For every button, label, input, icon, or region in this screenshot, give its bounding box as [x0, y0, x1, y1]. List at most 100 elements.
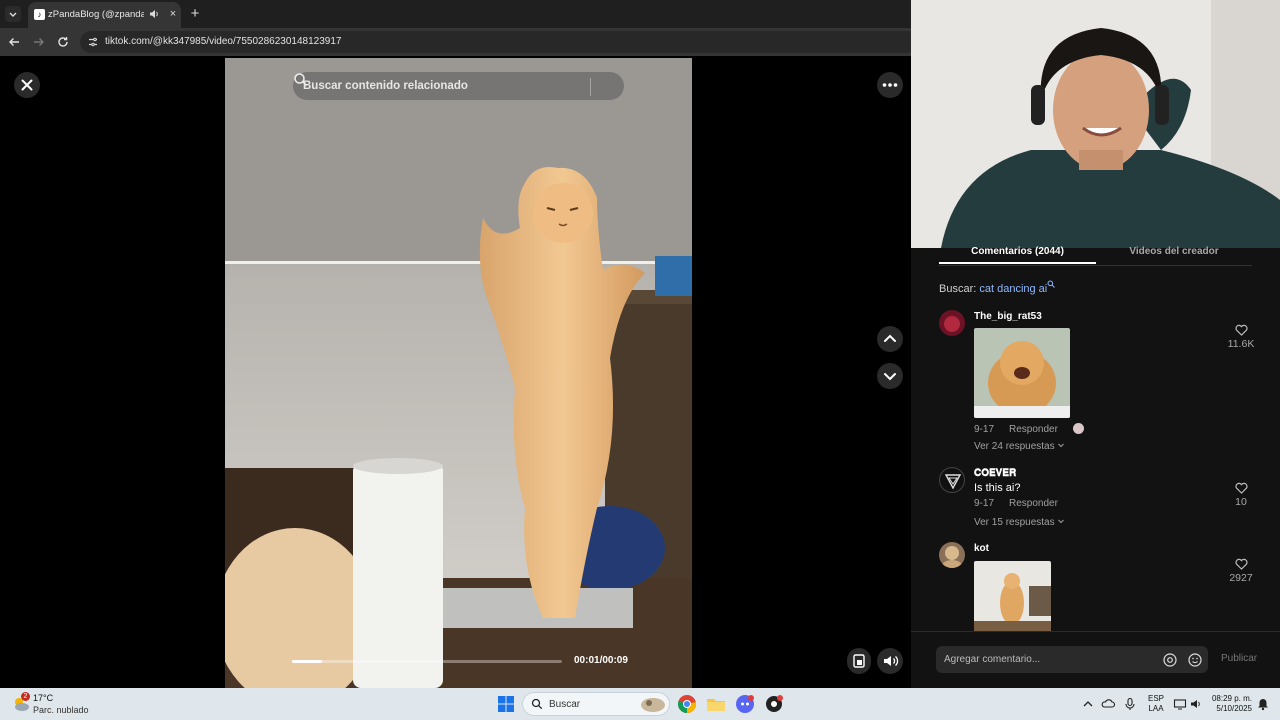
- network-icon[interactable]: [1173, 697, 1187, 711]
- comment-input-placeholder: Agregar comentario...: [944, 654, 1041, 665]
- next-video-button[interactable]: [877, 363, 903, 389]
- notification-bell-icon[interactable]: [1256, 697, 1270, 711]
- new-tab-button[interactable]: +: [186, 5, 204, 23]
- tab-title: zPandaBlog (@zpandablog: [48, 9, 144, 20]
- search-suggestion-prefix: Buscar:: [939, 283, 980, 295]
- video-time: 00:01/00:09: [574, 655, 628, 666]
- taskbar-search-label: Buscar: [549, 699, 581, 710]
- reply-button[interactable]: Responder: [1009, 424, 1058, 435]
- address-bar[interactable]: tiktok.com/@kk347985/video/7550286230148…: [80, 31, 911, 53]
- view-replies-button[interactable]: Ver 24 respuestas: [974, 441, 1065, 452]
- comment-username[interactable]: The_big_rat53: [974, 311, 1042, 322]
- like-button[interactable]: 2927: [1221, 558, 1261, 584]
- heart-icon: [1234, 482, 1248, 494]
- tab-creator-videos[interactable]: Videos del creador: [1096, 246, 1252, 257]
- creator-liked-avatar: [1072, 423, 1084, 434]
- windows-taskbar: 2 17°C Parc. nublado Buscar ESP LAA 08:2…: [0, 688, 1280, 720]
- speaker-icon[interactable]: [1189, 697, 1203, 711]
- pip-icon: [853, 654, 865, 668]
- video-progress-fill: [292, 660, 322, 663]
- like-count: 10: [1235, 496, 1247, 508]
- search-highlight-image: [641, 698, 665, 712]
- weather-description[interactable]: Parc. nublado: [33, 705, 89, 715]
- search-suggestion[interactable]: Buscar: cat dancing ai: [939, 280, 1056, 295]
- comment-meta: 9-17 Responder: [974, 498, 1073, 509]
- search-divider: [590, 78, 591, 96]
- file-explorer-icon[interactable]: [706, 694, 726, 714]
- view-replies-button[interactable]: Ver 15 respuestas: [974, 517, 1065, 528]
- avatar[interactable]: [939, 310, 965, 336]
- comment-sticker-image[interactable]: [974, 561, 1051, 632]
- browser-tab[interactable]: ♪ zPandaBlog (@zpandablog ×: [28, 2, 181, 28]
- back-arrow-icon[interactable]: [6, 34, 22, 50]
- chevron-up-icon[interactable]: [1081, 697, 1095, 711]
- discord-icon[interactable]: [735, 694, 755, 714]
- webcam-overlay: [911, 0, 1280, 248]
- windows-start-icon[interactable]: [498, 696, 514, 712]
- video-progress-bar[interactable]: [292, 660, 562, 663]
- publish-button[interactable]: Publicar: [1221, 653, 1257, 664]
- search-icon: [531, 698, 543, 710]
- chevron-down-icon: [9, 12, 17, 17]
- volume-icon: [884, 656, 899, 666]
- comment-item: kot 2927: [939, 542, 1259, 632]
- chevron-down-icon: [1058, 519, 1065, 524]
- mention-icon[interactable]: [1163, 653, 1177, 667]
- site-info-icon[interactable]: [87, 36, 99, 48]
- tab-divider: [939, 265, 1252, 266]
- tab-comments[interactable]: Comentarios (2044): [939, 246, 1096, 264]
- search-icon[interactable]: [293, 72, 308, 87]
- comments-panel: Comentarios (2044) Videos del creador Bu…: [911, 246, 1280, 688]
- audio-playing-icon[interactable]: [148, 8, 160, 20]
- volume-button[interactable]: [877, 648, 903, 674]
- like-button[interactable]: 11.6K: [1221, 324, 1261, 350]
- more-options-button[interactable]: [877, 72, 903, 98]
- comment-input[interactable]: Agregar comentario...: [936, 646, 1208, 673]
- emoji-icon[interactable]: [1188, 653, 1202, 667]
- app-icon[interactable]: [764, 694, 784, 714]
- previous-video-button[interactable]: [877, 326, 903, 352]
- comment-item: The_big_rat53 9-17 Responder Ver 24 respu…: [939, 310, 1259, 460]
- search-icon: [1047, 280, 1056, 288]
- cloud-icon[interactable]: [1101, 697, 1115, 711]
- weather-temperature[interactable]: 17°C: [33, 693, 53, 703]
- comment-username[interactable]: kot: [974, 543, 989, 554]
- webcam-person-image: [911, 0, 1280, 248]
- chevron-down-icon: [884, 373, 896, 381]
- reload-icon[interactable]: [55, 34, 71, 50]
- chrome-icon[interactable]: [677, 694, 697, 714]
- video-player[interactable]: Buscar contenido relacionado 00:01/00:09: [225, 58, 692, 688]
- clock-date: 5/10/2025: [1216, 704, 1252, 713]
- taskbar-search[interactable]: Buscar: [522, 692, 670, 716]
- avatar[interactable]: [939, 467, 965, 493]
- heart-icon: [1234, 324, 1248, 336]
- language-indicator[interactable]: ESP LAA: [1148, 694, 1164, 714]
- avatar[interactable]: [939, 542, 965, 568]
- search-suggestion-term[interactable]: cat dancing ai: [979, 283, 1047, 295]
- tab-close-button[interactable]: ×: [166, 7, 180, 21]
- comment-item: 𝐂𝐎𝐄𝐕𝐄𝐑 Is this ai? 9-17 Responder Ver 15 …: [939, 467, 1259, 537]
- comment-date: 9-17: [974, 424, 995, 435]
- related-search-placeholder: Buscar contenido relacionado: [303, 80, 468, 92]
- like-count: 11.6K: [1227, 338, 1255, 350]
- comment-sticker-image[interactable]: [974, 328, 1070, 418]
- browser-tab-strip: ♪ zPandaBlog (@zpandablog × +: [0, 0, 911, 28]
- tab-search-menu-button[interactable]: [5, 6, 21, 22]
- video-stage: Buscar contenido relacionado 00:01/00:09: [0, 56, 911, 688]
- system-clock[interactable]: 08:29 p. m. 5/10/2025: [1208, 694, 1252, 714]
- comment-username[interactable]: 𝐂𝐎𝐄𝐕𝐄𝐑: [974, 468, 1016, 479]
- like-count: 2927: [1229, 572, 1253, 584]
- comment-text: Is this ai?: [974, 482, 1021, 494]
- close-video-button[interactable]: [14, 72, 40, 98]
- microphone-icon[interactable]: [1123, 697, 1137, 711]
- reply-button[interactable]: Responder: [1009, 498, 1058, 509]
- like-button[interactable]: 10: [1221, 482, 1261, 508]
- panel-tabs: Comentarios (2044) Videos del creador: [939, 246, 1252, 266]
- video-frame-cat: [225, 58, 692, 688]
- heart-icon: [1234, 558, 1248, 570]
- close-icon: [21, 79, 33, 91]
- picture-in-picture-button[interactable]: [847, 648, 871, 674]
- comment-date: 9-17: [974, 498, 995, 509]
- forward-arrow-icon[interactable]: [31, 34, 47, 50]
- related-search-input[interactable]: Buscar contenido relacionado: [292, 71, 625, 101]
